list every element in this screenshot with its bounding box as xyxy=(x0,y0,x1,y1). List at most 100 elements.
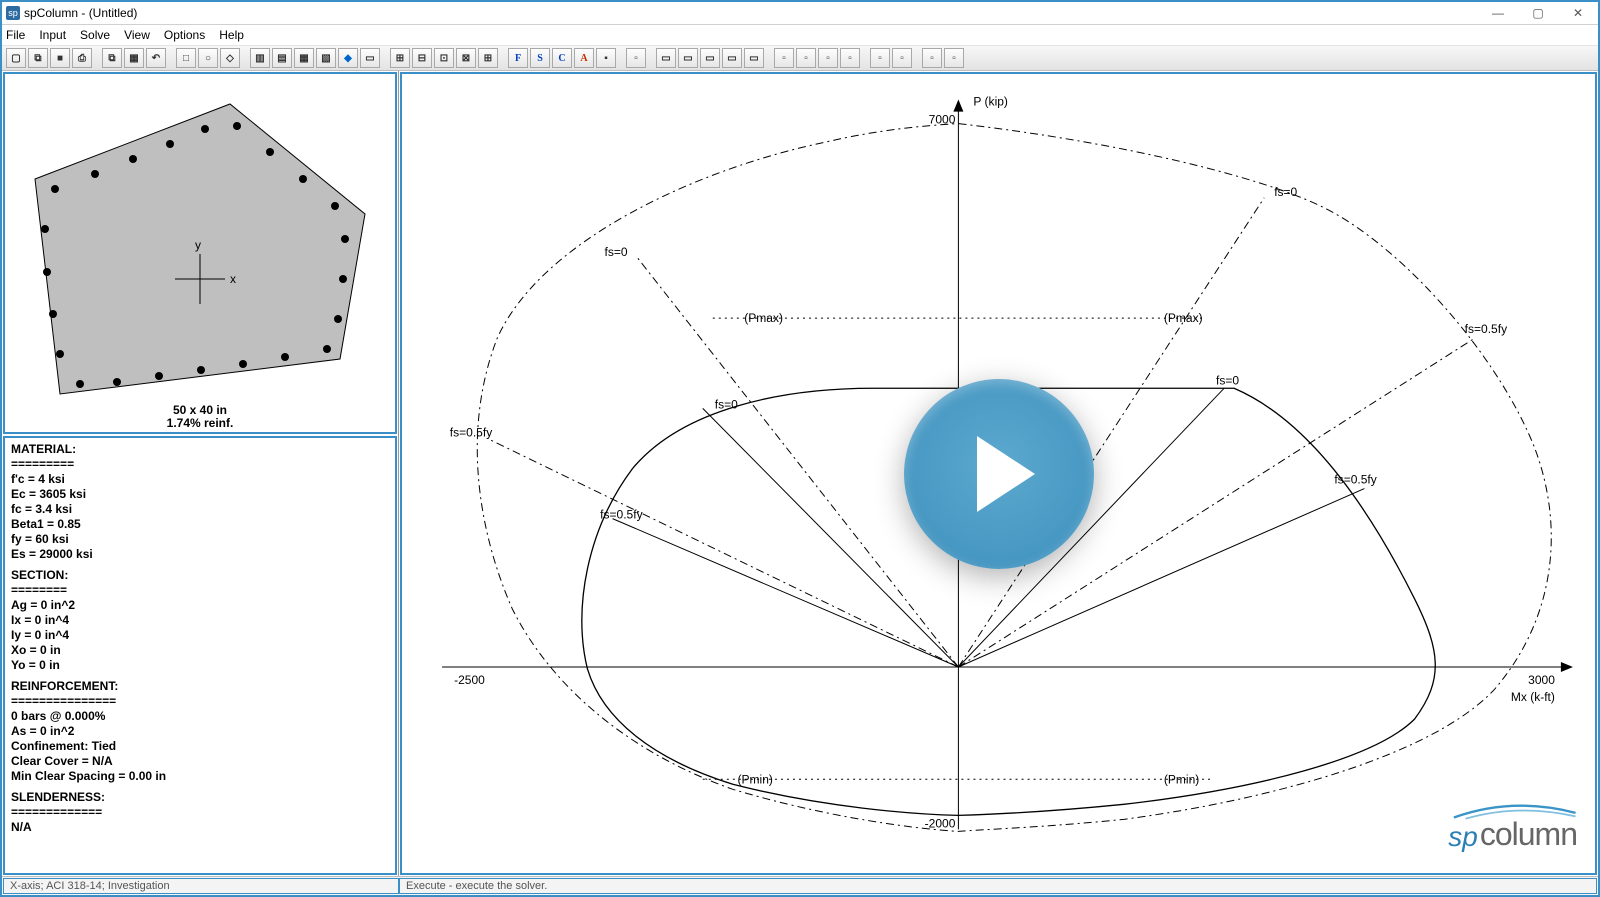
toolbar-grid3-icon[interactable]: ▦ xyxy=(294,48,314,68)
menu-solve[interactable]: Solve xyxy=(80,28,110,42)
section-header: SECTION: xyxy=(11,568,389,583)
toolbar-s-icon[interactable]: S xyxy=(530,48,550,68)
toolbar-f-icon[interactable]: F xyxy=(508,48,528,68)
fs05-outer-l: fs=0.5fy xyxy=(450,425,492,439)
axis-y-label: y xyxy=(195,238,201,252)
toolbar-b1-icon[interactable]: ▭ xyxy=(656,48,676,68)
brand-swoosh-icon xyxy=(1448,792,1577,829)
toolbar-circle-icon[interactable]: ○ xyxy=(198,48,218,68)
axis-x-label: x xyxy=(230,272,236,286)
toolbar-align3-icon[interactable]: ⊡ xyxy=(434,48,454,68)
section-line: Ag = 0 in^2 xyxy=(11,598,389,613)
main-content: x y 50 x 40 in 1.74% reinf. MATERIAL: ==… xyxy=(2,71,1598,876)
toolbar-c2-icon[interactable]: ▫ xyxy=(796,48,816,68)
toolbar-e2-icon[interactable]: ▫ xyxy=(944,48,964,68)
toolbar-poly-icon[interactable]: ◇ xyxy=(220,48,240,68)
status-bar: X-axis; ACI 318-14; Investigation Execut… xyxy=(2,876,1598,895)
close-button[interactable]: ✕ xyxy=(1558,2,1598,24)
menu-bar: File Input Solve View Options Help xyxy=(2,25,1598,46)
status-left: X-axis; ACI 318-14; Investigation xyxy=(3,878,399,894)
pmax-left: (Pmax) xyxy=(744,311,783,325)
toolbar-new-icon[interactable]: ▢ xyxy=(6,48,26,68)
section-line: Ix = 0 in^4 xyxy=(11,613,389,628)
material-line: fy = 60 ksi xyxy=(11,532,389,547)
menu-file[interactable]: File xyxy=(6,28,25,42)
left-column: x y 50 x 40 in 1.74% reinf. MATERIAL: ==… xyxy=(2,71,399,876)
reinf-line: 0 bars @ 0.000% xyxy=(11,709,389,724)
toolbar-b2-icon[interactable]: ▭ xyxy=(678,48,698,68)
toolbar-undo-icon[interactable]: ↶ xyxy=(146,48,166,68)
fs05-inner-r: fs=0.5fy xyxy=(1334,473,1376,487)
toolbar-grid1-icon[interactable]: ▥ xyxy=(250,48,270,68)
toolbar-align2-icon[interactable]: ⊟ xyxy=(412,48,432,68)
fs05-outer-r: fs=0.5fy xyxy=(1465,322,1507,336)
brand-logo: spcolumn xyxy=(1448,816,1577,853)
toolbar-grid4-icon[interactable]: ▧ xyxy=(316,48,336,68)
material-line: Es = 29000 ksi xyxy=(11,547,389,562)
section-line: Iy = 0 in^4 xyxy=(11,628,389,643)
toolbar-c3-icon[interactable]: ▫ xyxy=(818,48,838,68)
toolbar-b3-icon[interactable]: ▭ xyxy=(700,48,720,68)
toolbar-align5-icon[interactable]: ⊞ xyxy=(478,48,498,68)
y-bottom-tick: -2000 xyxy=(925,816,956,830)
toolbar-e1-icon[interactable]: ▫ xyxy=(922,48,942,68)
toolbar-print-icon[interactable]: ⎙ xyxy=(72,48,92,68)
fs0-outer-r: fs=0 xyxy=(1274,185,1297,199)
section-sep: ======== xyxy=(11,583,389,598)
window-title: spColumn - (Untitled) xyxy=(24,6,1478,20)
minimize-button[interactable]: — xyxy=(1478,2,1518,24)
section-line: Yo = 0 in xyxy=(11,658,389,673)
x-right-tick: 3000 xyxy=(1528,673,1555,687)
toolbar-copy-icon[interactable]: ⧉ xyxy=(102,48,122,68)
toolbar-color-icon[interactable]: ◆ xyxy=(338,48,358,68)
interaction-diagram-panel: P (kip) 7000 -2000 -2500 3000 Mx (k-ft) … xyxy=(400,72,1597,875)
toolbar-rect-icon[interactable]: □ xyxy=(176,48,196,68)
toolbar-d2-icon[interactable]: ▫ xyxy=(892,48,912,68)
menu-options[interactable]: Options xyxy=(164,28,205,42)
reinf-line: Min Clear Spacing = 0.00 in xyxy=(11,769,389,784)
menu-input[interactable]: Input xyxy=(39,28,66,42)
reinf-header: REINFORCEMENT: xyxy=(11,679,389,694)
toolbar-c-icon[interactable]: C xyxy=(552,48,572,68)
fs0-outer-l: fs=0 xyxy=(605,245,628,259)
slender-header: SLENDERNESS: xyxy=(11,790,389,805)
slender-sep: ============= xyxy=(11,805,389,820)
material-line: f'c = 4 ksi xyxy=(11,472,389,487)
toolbar-d1-icon[interactable]: ▫ xyxy=(870,48,890,68)
toolbar-align1-icon[interactable]: ⊞ xyxy=(390,48,410,68)
toolbar-align4-icon[interactable]: ⊠ xyxy=(456,48,476,68)
material-line: Ec = 3605 ksi xyxy=(11,487,389,502)
toolbar-save-icon[interactable]: ■ xyxy=(50,48,70,68)
toolbar-grid2-icon[interactable]: ▤ xyxy=(272,48,292,68)
title-bar: sp spColumn - (Untitled) — ▢ ✕ xyxy=(2,2,1598,25)
material-line: Beta1 = 0.85 xyxy=(11,517,389,532)
toolbar-extra-icon[interactable]: ▭ xyxy=(360,48,380,68)
toolbar-misc2-icon[interactable]: ▫ xyxy=(626,48,646,68)
toolbar: ▢ ⧉ ■ ⎙ ⧉ ▦ ↶ □ ○ ◇ ▥ ▤ ▦ ▧ ◆ ▭ ⊞ ⊟ ⊡ ⊠ … xyxy=(2,46,1598,71)
pmax-right: (Pmax) xyxy=(1164,311,1203,325)
x-left-tick: -2500 xyxy=(454,673,485,687)
toolbar-b4-icon[interactable]: ▭ xyxy=(722,48,742,68)
toolbar-c4-icon[interactable]: ▫ xyxy=(840,48,860,68)
reinf-line: As = 0 in^2 xyxy=(11,724,389,739)
toolbar-b5-icon[interactable]: ▭ xyxy=(744,48,764,68)
cross-section-diagram: x y xyxy=(5,74,395,404)
section-line: Xo = 0 in xyxy=(11,643,389,658)
reinf-line: Confinement: Tied xyxy=(11,739,389,754)
toolbar-open-icon[interactable]: ⧉ xyxy=(28,48,48,68)
section-reinf-ratio: 1.74% reinf. xyxy=(167,417,234,430)
play-button[interactable] xyxy=(904,379,1094,569)
toolbar-c1-icon[interactable]: ▫ xyxy=(774,48,794,68)
toolbar-misc1-icon[interactable]: ▪ xyxy=(596,48,616,68)
app-window: sp spColumn - (Untitled) — ▢ ✕ File Inpu… xyxy=(0,0,1600,897)
toolbar-paste-icon[interactable]: ▦ xyxy=(124,48,144,68)
maximize-button[interactable]: ▢ xyxy=(1518,2,1558,24)
slender-line: N/A xyxy=(11,820,389,835)
menu-help[interactable]: Help xyxy=(219,28,244,42)
x-axis-label: Mx (k-ft) xyxy=(1511,690,1555,704)
app-icon: sp xyxy=(6,6,20,20)
fs0-inner-l: fs=0 xyxy=(715,397,738,411)
toolbar-a-icon[interactable]: A xyxy=(574,48,594,68)
status-right: Execute - execute the solver. xyxy=(399,878,1597,894)
menu-view[interactable]: View xyxy=(124,28,150,42)
